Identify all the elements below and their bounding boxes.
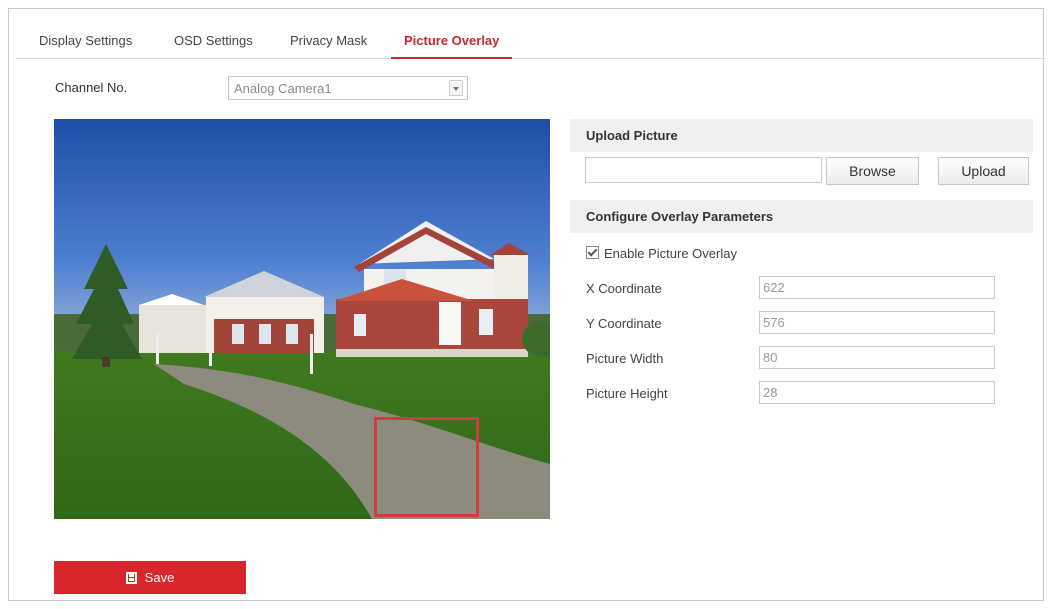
save-button-label: Save	[144, 570, 175, 585]
tab-osd-settings[interactable]: OSD Settings	[174, 22, 253, 58]
picture-width-field[interactable]	[759, 346, 995, 369]
enable-overlay-label: Enable Picture Overlay	[604, 246, 737, 261]
tab-picture-overlay[interactable]: Picture Overlay	[390, 22, 513, 59]
upload-file-path-field[interactable]	[585, 157, 822, 183]
channel-label: Channel No.	[55, 80, 128, 95]
picture-overlay-area[interactable]	[374, 417, 479, 517]
tab-display-settings[interactable]: Display Settings	[39, 22, 132, 58]
upload-button[interactable]: Upload	[938, 157, 1029, 185]
upload-picture-header: Upload Picture	[570, 119, 1033, 152]
channel-select-value: Analog Camera1	[234, 81, 332, 96]
y-coordinate-field[interactable]	[759, 311, 995, 334]
save-icon	[125, 572, 137, 584]
picture-height-field[interactable]	[759, 381, 995, 404]
browse-button[interactable]: Browse	[826, 157, 919, 185]
tab-privacy-mask[interactable]: Privacy Mask	[290, 22, 367, 58]
overlay-params-header: Configure Overlay Parameters	[570, 200, 1033, 233]
x-coordinate-label: X Coordinate	[586, 281, 662, 296]
save-button[interactable]: Save	[54, 561, 246, 594]
y-coordinate-label: Y Coordinate	[586, 316, 662, 331]
x-coordinate-field[interactable]	[759, 276, 995, 299]
settings-tabs: Display Settings OSD Settings Privacy Ma…	[16, 22, 1046, 59]
picture-width-label: Picture Width	[586, 351, 664, 366]
picture-height-label: Picture Height	[586, 386, 668, 401]
enable-overlay-row[interactable]: Enable Picture Overlay	[586, 246, 737, 261]
channel-select[interactable]: Analog Camera1	[228, 76, 468, 100]
enable-overlay-checkbox[interactable]	[586, 246, 599, 259]
chevron-down-icon[interactable]	[449, 80, 463, 96]
